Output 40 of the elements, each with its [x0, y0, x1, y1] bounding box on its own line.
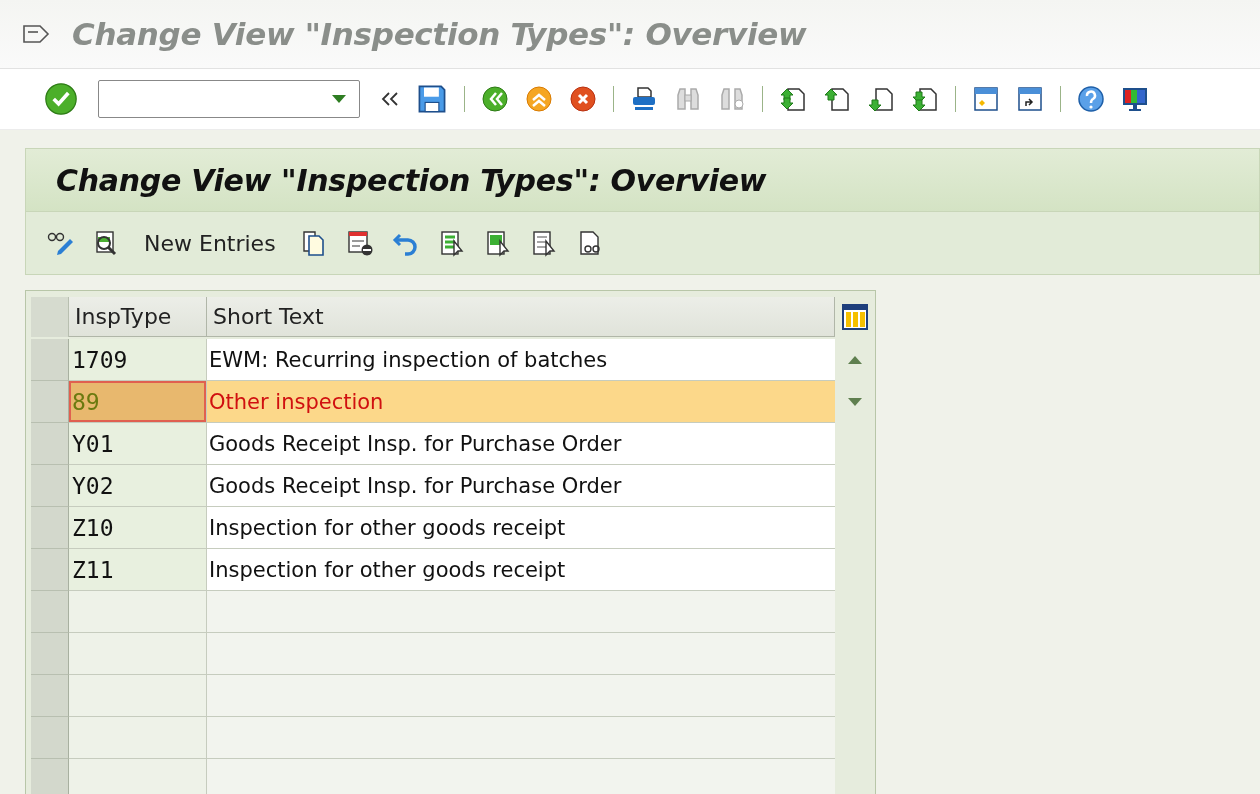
- new-window-icon[interactable]: [972, 85, 1000, 113]
- table-cell[interactable]: Y01: [69, 423, 207, 465]
- scroll-up-icon[interactable]: [847, 355, 863, 365]
- table-cell[interactable]: Goods Receipt Insp. for Purchase Order: [207, 423, 835, 465]
- back-icon[interactable]: [481, 85, 509, 113]
- delete-icon[interactable]: [345, 229, 374, 257]
- table-cell[interactable]: Inspection for other goods receipt: [207, 507, 835, 549]
- column-header[interactable]: Short Text: [207, 297, 835, 337]
- next-page-icon[interactable]: [867, 85, 895, 113]
- select-all-cell[interactable]: [31, 297, 69, 337]
- previous-page-icon[interactable]: [823, 85, 851, 113]
- shortcut-icon[interactable]: [1016, 85, 1044, 113]
- cancel-icon[interactable]: [569, 85, 597, 113]
- dropdown-icon[interactable]: [331, 94, 347, 104]
- monitor-icon[interactable]: [1121, 85, 1149, 113]
- table-cell[interactable]: Z10: [69, 507, 207, 549]
- table-cell[interactable]: EWM: Recurring inspection of batches: [207, 339, 835, 381]
- table-cell[interactable]: Goods Receipt Insp. for Purchase Order: [207, 465, 835, 507]
- table-cell[interactable]: Other inspection: [207, 381, 835, 423]
- table-cell[interactable]: Y02: [69, 465, 207, 507]
- table-cell[interactable]: 1709: [69, 339, 207, 381]
- last-page-icon[interactable]: [911, 85, 939, 113]
- new-entries-button[interactable]: New Entries: [138, 230, 282, 256]
- binoculars-next-icon[interactable]: [718, 85, 746, 113]
- scroll-down-icon[interactable]: [847, 397, 863, 407]
- command-field[interactable]: [98, 80, 360, 118]
- menu-icon[interactable]: [22, 22, 52, 46]
- column-header[interactable]: InspType: [69, 297, 207, 337]
- binoculars-icon[interactable]: [674, 85, 702, 113]
- save-icon[interactable]: [416, 83, 448, 115]
- first-page-icon[interactable]: [779, 85, 807, 113]
- enter-icon[interactable]: [44, 82, 78, 116]
- help-icon[interactable]: [1077, 85, 1105, 113]
- window-title: Change View "Inspection Types": Overview: [72, 16, 807, 52]
- column-settings-icon[interactable]: [841, 303, 869, 331]
- table-cell[interactable]: Inspection for other goods receipt: [207, 549, 835, 591]
- table-cell[interactable]: Z11: [69, 549, 207, 591]
- print-icon[interactable]: [630, 85, 658, 113]
- exit-icon[interactable]: [525, 85, 553, 113]
- screen-title: Change View "Inspection Types": Overview: [56, 162, 767, 198]
